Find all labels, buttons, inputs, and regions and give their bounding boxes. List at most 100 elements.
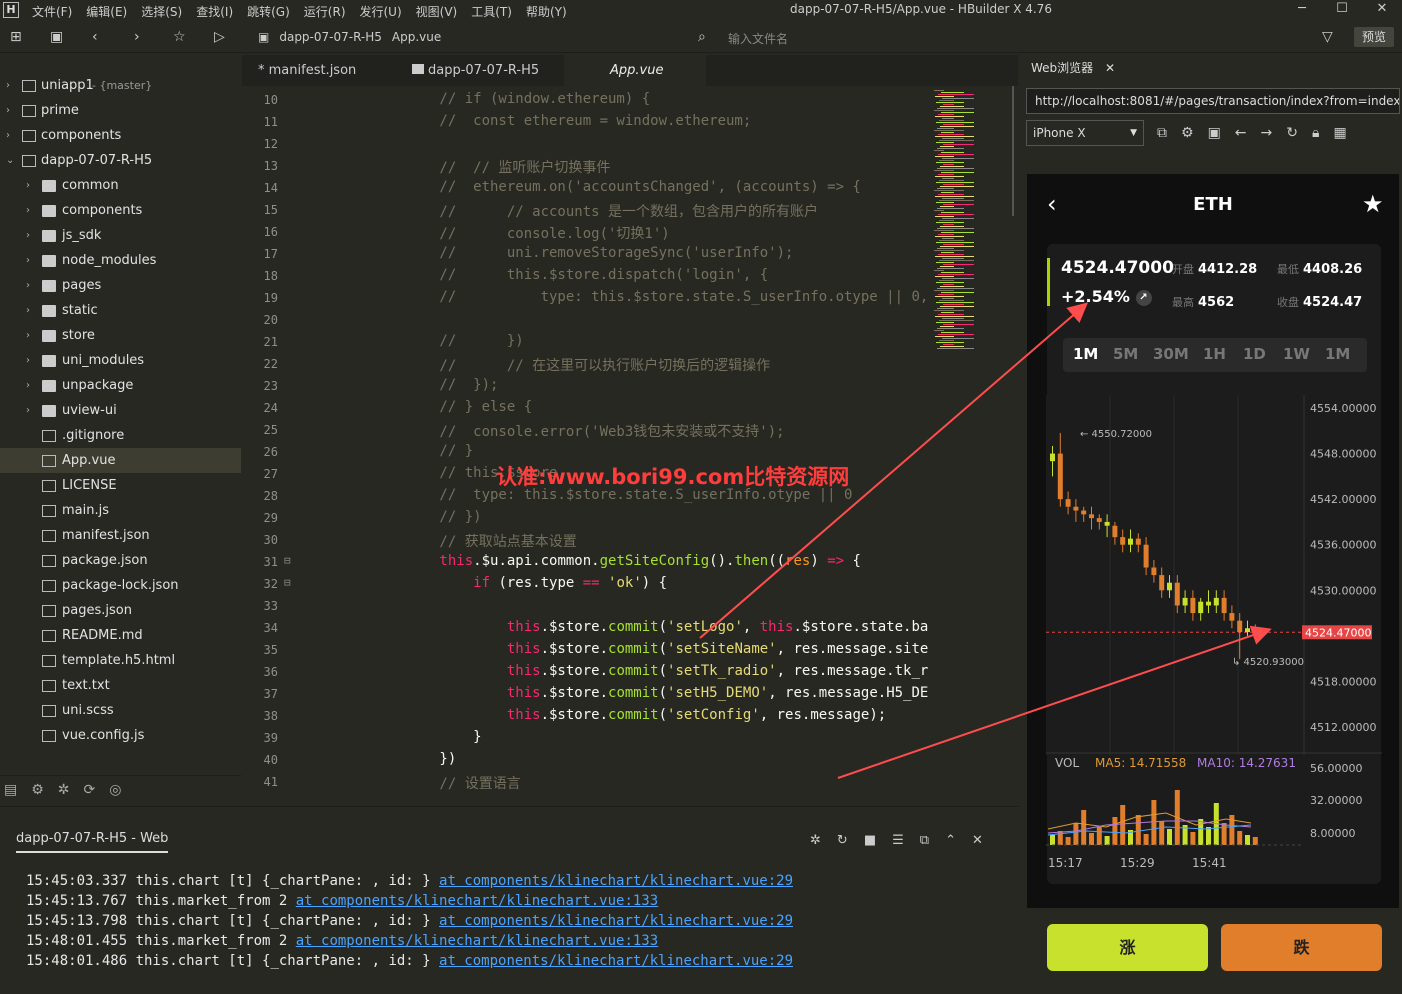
tree-item[interactable]: › store [0, 323, 241, 348]
menu-item[interactable]: 工具(T) [471, 3, 512, 20]
lock-icon[interactable]: 🔒︎ [1312, 125, 1319, 141]
tree-item[interactable]: › node_modules [0, 248, 241, 273]
period-1m[interactable]: 1M [1325, 345, 1350, 363]
log-source-link[interactable]: at components/klinechart/klinechart.vue:… [296, 893, 658, 909]
code-editor[interactable]: 10 // if (window.ethereum) {11 // const … [242, 86, 1018, 804]
menu-item[interactable]: 帮助(Y) [526, 3, 567, 20]
tree-item[interactable]: › uview-ui [0, 398, 241, 423]
tree-item[interactable]: › uni_modules [0, 348, 241, 373]
bug-icon[interactable]: ✲ [810, 833, 821, 848]
breadcrumb-file[interactable]: App.vue [392, 30, 441, 44]
buy-up-button[interactable]: 涨 [1047, 924, 1208, 971]
export-icon[interactable]: ⧉ [920, 833, 929, 848]
git-icon[interactable]: ⟳ [84, 782, 96, 798]
chevron-right-icon[interactable]: › [26, 173, 30, 198]
new-file-icon[interactable]: ⊞ [10, 29, 22, 45]
tree-item[interactable]: › prime [0, 98, 241, 123]
close-icon[interactable]: ✕ [1362, 0, 1402, 20]
chevron-right-icon[interactable]: › [26, 373, 30, 398]
tree-item[interactable]: .gitignore [0, 423, 241, 448]
tree-item[interactable]: template.h5.html [0, 648, 241, 673]
log-source-link[interactable]: at components/klinechart/klinechart.vue:… [439, 913, 793, 929]
close-tab-icon[interactable]: ✕ [1105, 61, 1115, 75]
tab-app-vue[interactable]: App.vue [564, 55, 706, 86]
menu-item[interactable]: 发行(U) [360, 3, 402, 20]
tree-item[interactable]: package.json [0, 548, 241, 573]
stop-icon[interactable]: ■ [864, 833, 876, 848]
menu-item[interactable]: 运行(R) [304, 3, 346, 20]
settings-icon[interactable]: ⚙ [1181, 125, 1194, 141]
fold-icon[interactable]: ⊟ [284, 576, 291, 589]
tree-item[interactable]: › static [0, 298, 241, 323]
nav-back-icon[interactable]: ← [1235, 125, 1247, 141]
close-console-icon[interactable]: ✕ [972, 833, 983, 848]
save-icon[interactable]: ▣ [50, 29, 63, 45]
minimap[interactable] [928, 86, 1014, 804]
file-search-input[interactable]: 输入文件名 [728, 30, 788, 47]
tree-item[interactable]: ⌄ dapp-07-07-R-H5 [0, 148, 241, 173]
debug-icon[interactable]: ✲ [58, 782, 70, 798]
nav-forward-icon[interactable]: → [1261, 125, 1273, 141]
clear-icon[interactable]: ☰ [892, 833, 904, 848]
menu-item[interactable]: 查找(I) [196, 3, 233, 20]
star-icon[interactable]: ☆ [173, 29, 186, 45]
screenshot-icon[interactable]: ⧉ [1157, 125, 1167, 141]
chevron-right-icon[interactable]: › [26, 348, 30, 373]
tree-item[interactable]: package-lock.json [0, 573, 241, 598]
files-icon[interactable]: ▤ [4, 782, 17, 798]
tree-item[interactable]: pages.json [0, 598, 241, 623]
back-icon[interactable]: ‹ [92, 29, 98, 45]
chevron-right-icon[interactable]: › [26, 198, 30, 223]
plugin-icon[interactable]: ⚙ [31, 782, 44, 798]
menu-item[interactable]: 跳转(G) [247, 3, 290, 20]
tree-item[interactable]: › pages [0, 273, 241, 298]
period-30m[interactable]: 30M [1153, 345, 1189, 363]
tree-item[interactable]: › unpackage [0, 373, 241, 398]
url-input[interactable]: http://localhost:8081/#/pages/transactio… [1026, 88, 1400, 114]
chevron-right-icon[interactable]: › [26, 248, 30, 273]
tree-item[interactable]: text.txt [0, 673, 241, 698]
chevron-right-icon[interactable]: › [26, 298, 30, 323]
chevron-right-icon[interactable]: › [26, 398, 30, 423]
tab-manifest[interactable]: * manifest.json [242, 55, 378, 86]
tree-item[interactable]: README.md [0, 623, 241, 648]
tree-item[interactable]: App.vue [0, 448, 241, 473]
chevron-right-icon[interactable]: › [26, 223, 30, 248]
menu-item[interactable]: 视图(V) [416, 3, 458, 20]
chevron-right-icon[interactable]: › [26, 323, 30, 348]
tree-item[interactable]: › js_sdk [0, 223, 241, 248]
web-icon[interactable]: ◎ [109, 782, 121, 798]
period-1w[interactable]: 1W [1283, 345, 1310, 363]
filter-icon[interactable]: ▽ [1322, 29, 1333, 45]
menu-item[interactable]: 选择(S) [141, 3, 182, 20]
tree-item[interactable]: LICENSE [0, 473, 241, 498]
tree-item[interactable]: › components [0, 123, 241, 148]
log-source-link[interactable]: at components/klinechart/klinechart.vue:… [296, 933, 658, 949]
period-5m[interactable]: 5M [1113, 345, 1138, 363]
log-source-link[interactable]: at components/klinechart/klinechart.vue:… [439, 953, 793, 969]
fold-icon[interactable]: ⊟ [284, 554, 291, 567]
sell-down-button[interactable]: 跌 [1221, 924, 1382, 971]
tree-item[interactable]: manifest.json [0, 523, 241, 548]
forward-icon[interactable]: › [134, 29, 140, 45]
period-1m[interactable]: 1M [1073, 345, 1098, 363]
log-source-link[interactable]: at components/klinechart/klinechart.vue:… [439, 873, 793, 889]
console-icon[interactable]: ▣ [1208, 125, 1221, 141]
run-icon[interactable]: ▷ [214, 29, 225, 45]
device-select[interactable]: iPhone X ▼ [1026, 120, 1144, 146]
kline-chart[interactable]: 4554.00000 4548.00000 4542.00000 4536.00000… [1046, 395, 1382, 870]
maximize-icon[interactable]: ☐ [1322, 0, 1362, 20]
tree-item[interactable]: › common [0, 173, 241, 198]
menu-item[interactable]: 文件(F) [32, 3, 72, 20]
chevron-right-icon[interactable]: › [6, 123, 10, 148]
refresh-icon[interactable]: ↻ [1286, 125, 1298, 141]
reload-icon[interactable]: ↻ [837, 833, 848, 848]
minimize-icon[interactable]: ─ [1282, 0, 1322, 20]
tab-project[interactable]: dapp-07-07-R-H5 [394, 55, 564, 86]
console-tab[interactable]: dapp-07-07-R-H5 - Web [16, 831, 169, 853]
period-1d[interactable]: 1D [1243, 345, 1266, 363]
chevron-right-icon[interactable]: › [26, 273, 30, 298]
period-1h[interactable]: 1H [1203, 345, 1226, 363]
chevron-down-icon[interactable]: ⌄ [6, 148, 14, 173]
tree-item[interactable]: uni.scss [0, 698, 241, 723]
